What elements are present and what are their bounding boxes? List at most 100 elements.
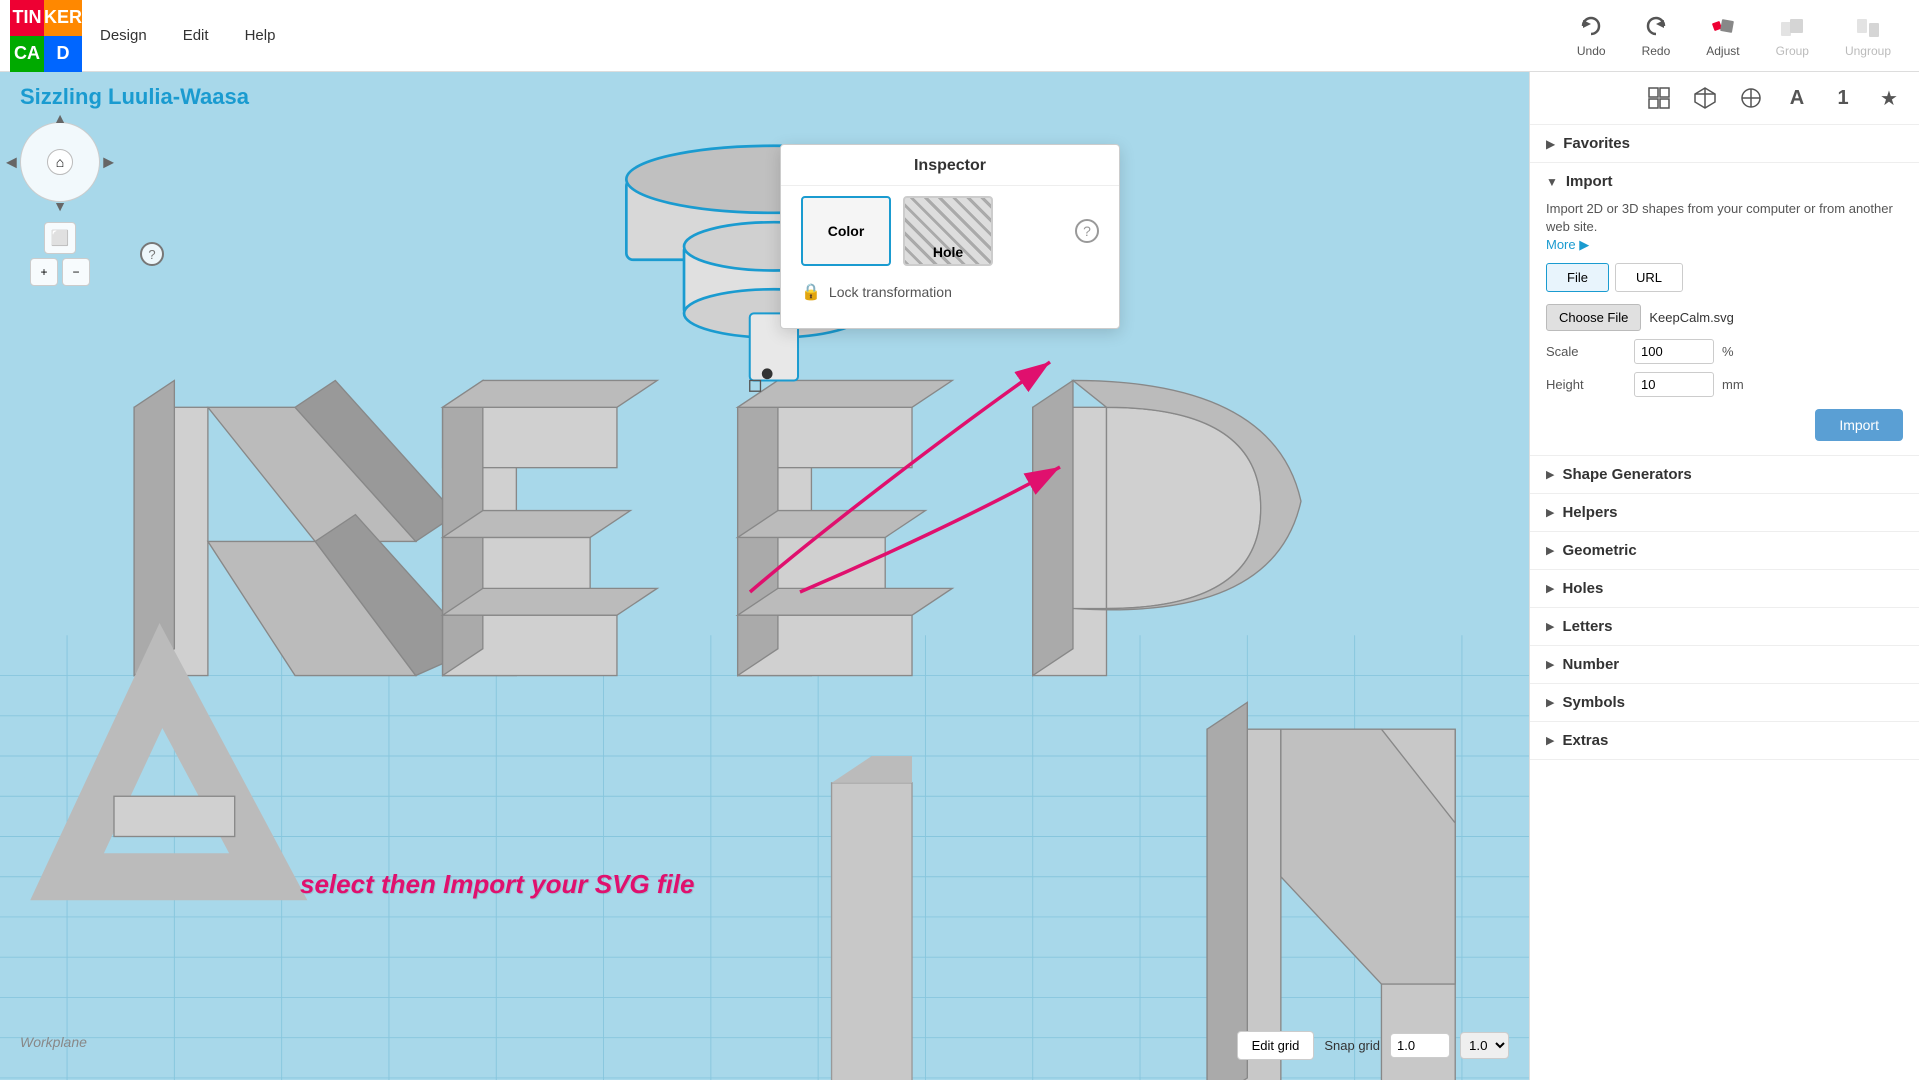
color-swatch[interactable]: Color — [801, 196, 891, 266]
nav-up-arrow[interactable]: ▲ — [53, 110, 67, 126]
redo-label: Redo — [1642, 44, 1671, 58]
import-description: Import 2D or 3D shapes from your compute… — [1546, 200, 1903, 255]
holes-arrow: ▶ — [1546, 582, 1554, 595]
panel-icons-row: A 1 ★ — [1530, 72, 1919, 125]
import-arrow: ▼ — [1546, 175, 1558, 189]
lock-label: Lock transformation — [829, 284, 952, 300]
zoom-in-btn[interactable]: + — [30, 258, 58, 286]
logo-tin: TIN — [10, 0, 44, 36]
project-title[interactable]: Sizzling Luulia-Waasa — [20, 84, 249, 110]
inspector-help-btn[interactable]: ? — [1075, 219, 1099, 243]
height-label: Height — [1546, 377, 1626, 392]
star-icon[interactable]: ★ — [1871, 80, 1907, 116]
text-icon[interactable]: A — [1779, 80, 1815, 116]
bottom-controls: Edit grid Snap grid 1.0 0.5 2.0 — [1237, 1031, 1509, 1060]
scale-row: Scale % — [1546, 339, 1903, 364]
logo-ca: CA — [10, 36, 44, 72]
undo-button[interactable]: Undo — [1559, 8, 1624, 64]
geometric-label: Geometric — [1562, 542, 1636, 559]
favorites-section-header[interactable]: ▶ Favorites — [1530, 125, 1919, 163]
snap-grid-select[interactable]: 1.0 0.5 2.0 — [1460, 1032, 1509, 1059]
extras-label: Extras — [1562, 732, 1608, 749]
file-tab-btn[interactable]: File — [1546, 263, 1609, 292]
shape-generators-label: Shape Generators — [1562, 466, 1691, 483]
logo[interactable]: TIN KER CA D — [10, 0, 82, 72]
logo-ker: KER — [44, 0, 82, 36]
adjust-button[interactable]: Adjust — [1688, 8, 1757, 64]
choose-file-row: Choose File KeepCalm.svg — [1546, 304, 1903, 331]
nav-right-arrow[interactable]: ▶ — [103, 154, 114, 171]
geometric-arrow: ▶ — [1546, 544, 1554, 557]
canvas-area[interactable]: Sizzling Luulia-Waasa ? ⌂ ▲ ▼ ◀ ▶ — [0, 72, 1529, 1080]
inspector-swatches-row: Color Hole ? — [781, 186, 1119, 276]
scale-unit: % — [1722, 344, 1734, 359]
holes-label: Holes — [1562, 580, 1603, 597]
view-cube-btn[interactable]: ⬜ — [44, 222, 76, 254]
helpers-label: Helpers — [1562, 504, 1617, 521]
import-label: Import — [1566, 173, 1613, 190]
holes-section[interactable]: ▶ Holes — [1530, 570, 1919, 608]
zoom-out-btn[interactable]: − — [62, 258, 90, 286]
redo-button[interactable]: Redo — [1624, 8, 1689, 64]
help-button[interactable]: ? — [140, 242, 164, 266]
edit-menu[interactable]: Edit — [165, 19, 227, 52]
symbols-arrow: ▶ — [1546, 696, 1554, 709]
favorites-arrow: ▶ — [1546, 137, 1555, 151]
main-layout: Sizzling Luulia-Waasa ? ⌂ ▲ ▼ ◀ ▶ — [0, 72, 1919, 1080]
import-body: Import 2D or 3D shapes from your compute… — [1530, 196, 1919, 455]
import-header[interactable]: ▼ Import — [1530, 163, 1919, 196]
scale-label: Scale — [1546, 344, 1626, 359]
helpers-section[interactable]: ▶ Helpers — [1530, 494, 1919, 532]
number-arrow: ▶ — [1546, 658, 1554, 671]
design-menu[interactable]: Design — [82, 19, 165, 52]
logo-d: D — [44, 36, 82, 72]
toolbar: TIN KER CA D Design Edit Help Undo Redo … — [0, 0, 1919, 72]
ungroup-button[interactable]: Ungroup — [1827, 8, 1909, 64]
workplane-text: Workplane — [20, 1034, 87, 1050]
group-label: Group — [1776, 44, 1809, 58]
annotation-text: select then Import your SVG file — [300, 869, 694, 900]
shape-generators-section[interactable]: ▶ Shape Generators — [1530, 456, 1919, 494]
helpers-arrow: ▶ — [1546, 506, 1554, 519]
snap-grid-input[interactable] — [1390, 1033, 1450, 1058]
number-section[interactable]: ▶ Number — [1530, 646, 1919, 684]
adjust-label: Adjust — [1706, 44, 1739, 58]
cube-view-icon[interactable] — [1687, 80, 1723, 116]
letters-section[interactable]: ▶ Letters — [1530, 608, 1919, 646]
import-button[interactable]: Import — [1815, 409, 1903, 441]
symbols-section[interactable]: ▶ Symbols — [1530, 684, 1919, 722]
lock-icon: 🔒 — [801, 282, 821, 302]
height-unit: mm — [1722, 377, 1744, 392]
extras-section[interactable]: ▶ Extras — [1530, 722, 1919, 760]
group-button[interactable]: Group — [1758, 8, 1827, 64]
shapes-icon[interactable] — [1733, 80, 1769, 116]
3d-canvas — [0, 72, 1529, 1080]
url-tab-btn[interactable]: URL — [1615, 263, 1683, 292]
nav-controls: ⌂ ▲ ▼ ◀ ▶ ⬜ + − — [20, 122, 100, 286]
inspector-panel: Inspector Color Hole ? 🔒 Lock transforma… — [780, 144, 1120, 329]
import-section: ▼ Import Import 2D or 3D shapes from you… — [1530, 163, 1919, 456]
more-link[interactable]: More ▶ — [1546, 237, 1589, 252]
nav-left-arrow[interactable]: ◀ — [6, 154, 17, 171]
nav-down-arrow[interactable]: ▼ — [53, 198, 67, 214]
grid-view-icon[interactable] — [1641, 80, 1677, 116]
geometric-section[interactable]: ▶ Geometric — [1530, 532, 1919, 570]
file-url-row: File URL — [1546, 263, 1903, 292]
nav-home[interactable]: ⌂ — [47, 149, 73, 175]
letters-label: Letters — [1562, 618, 1612, 635]
extras-arrow: ▶ — [1546, 734, 1554, 747]
nav-orbit-control[interactable]: ⌂ — [20, 122, 100, 202]
help-menu[interactable]: Help — [227, 19, 294, 52]
scale-input[interactable] — [1634, 339, 1714, 364]
inspector-title: Inspector — [781, 145, 1119, 186]
file-name-display: KeepCalm.svg — [1649, 310, 1734, 325]
height-input[interactable] — [1634, 372, 1714, 397]
undo-label: Undo — [1577, 44, 1606, 58]
choose-file-button[interactable]: Choose File — [1546, 304, 1641, 331]
edit-grid-button[interactable]: Edit grid — [1237, 1031, 1315, 1060]
hole-swatch[interactable]: Hole — [903, 196, 993, 266]
height-row: Height mm — [1546, 372, 1903, 397]
shape-generators-arrow: ▶ — [1546, 468, 1554, 481]
number-icon[interactable]: 1 — [1825, 80, 1861, 116]
number-label: Number — [1562, 656, 1619, 673]
